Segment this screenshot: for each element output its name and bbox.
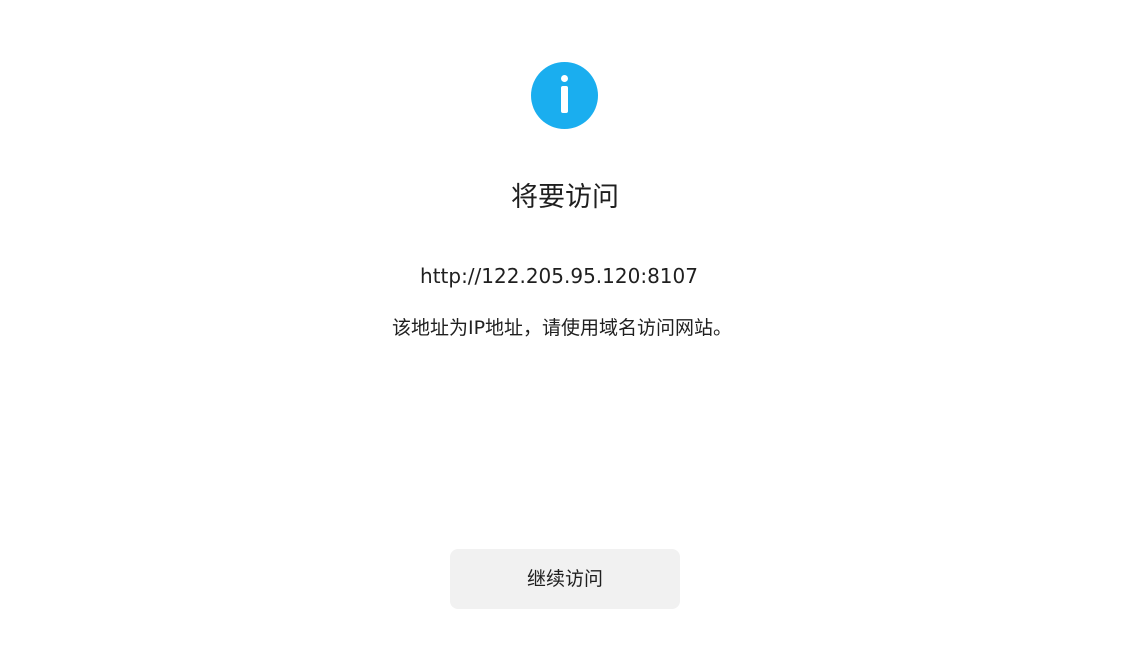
info-icon-bar <box>561 86 568 113</box>
info-icon-dot <box>561 75 568 82</box>
ip-warning-page: 将要访问 http://122.205.95.120:8107 该地址为IP地址… <box>0 0 1140 646</box>
warning-message: 该地址为IP地址，请使用域名访问网站。 <box>391 317 733 339</box>
continue-visit-button[interactable]: 继续访问 <box>450 549 680 609</box>
info-icon <box>531 62 598 129</box>
target-url: http://122.205.95.120:8107 <box>420 264 698 288</box>
page-title: 将要访问 <box>511 182 619 213</box>
